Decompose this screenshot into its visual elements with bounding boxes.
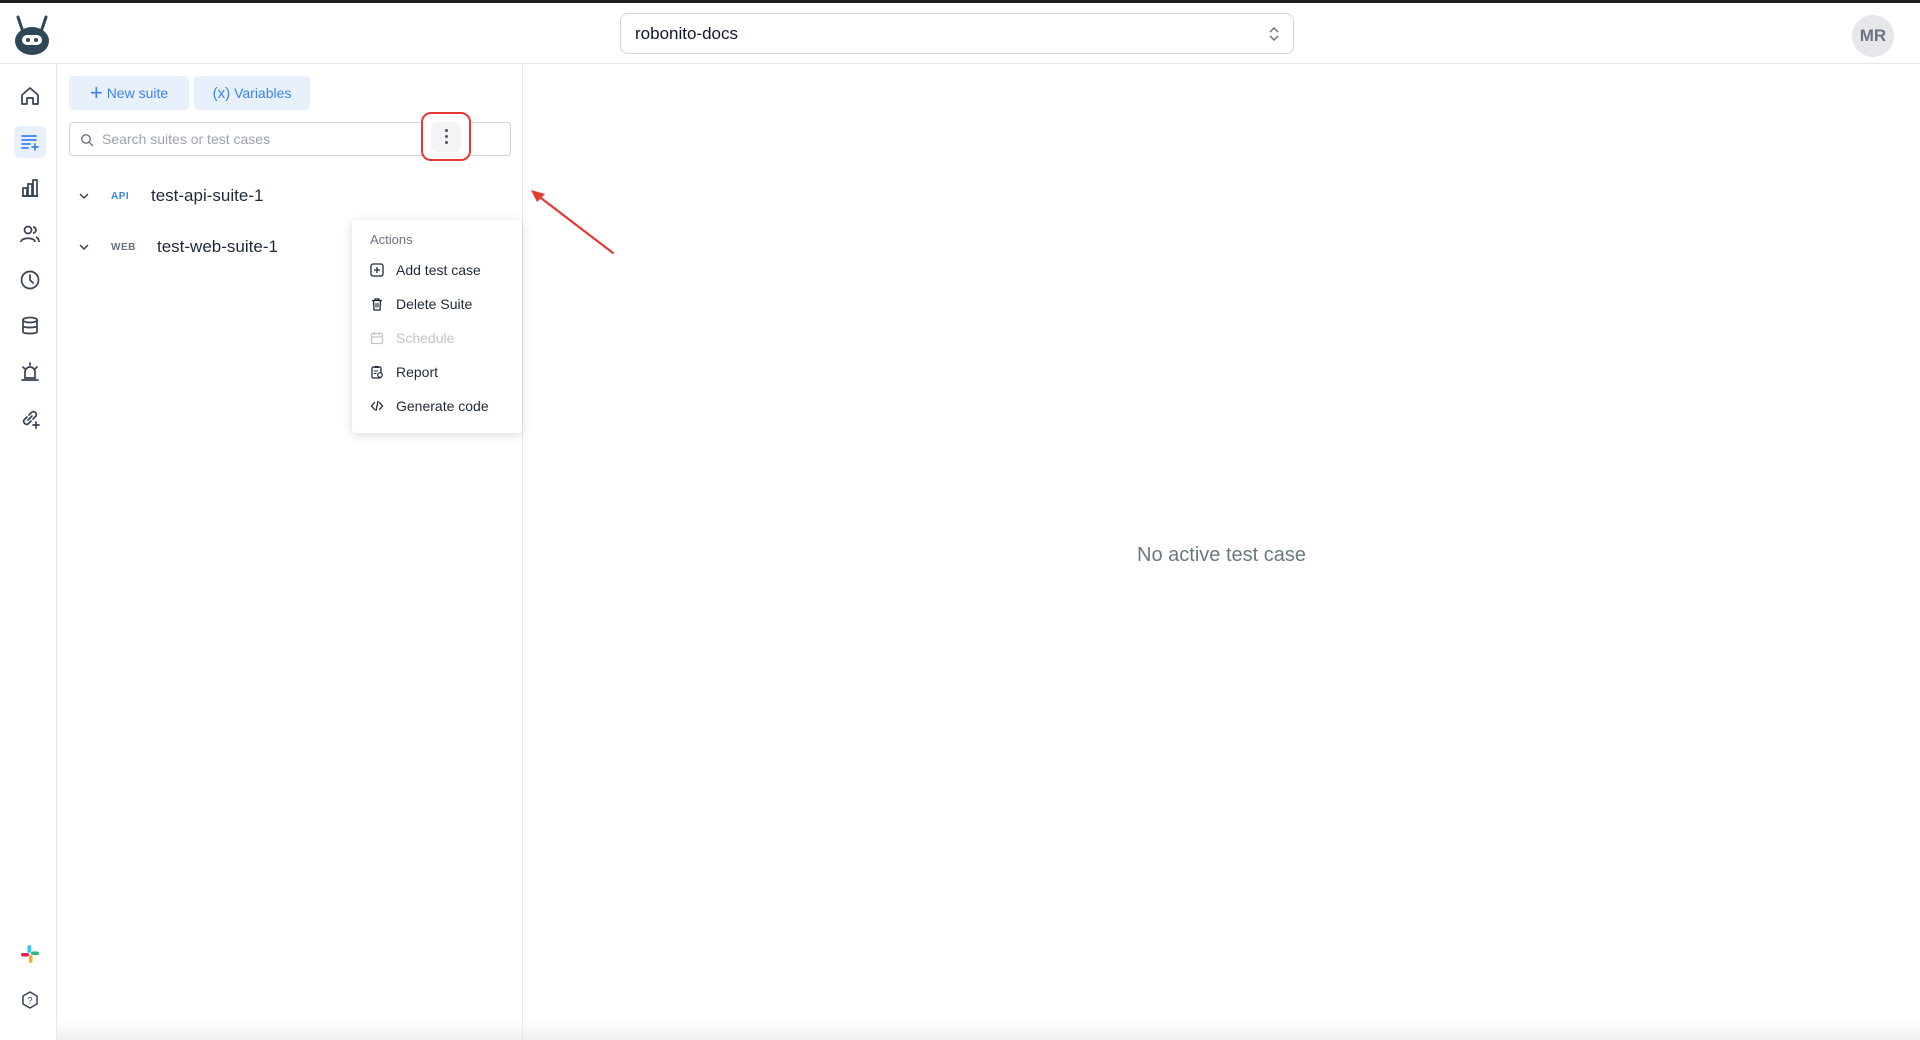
- suite-type-badge: WEB: [111, 241, 136, 253]
- menu-item-label: Add test case: [396, 262, 481, 278]
- menu-item-report[interactable]: Report: [352, 356, 522, 388]
- test-suites-icon[interactable]: [14, 126, 46, 158]
- chevron-down-icon[interactable]: [77, 189, 91, 203]
- report-icon: [371, 366, 383, 379]
- project-selector[interactable]: robonito-docs: [620, 13, 1294, 54]
- menu-item-label: Generate code: [396, 398, 489, 414]
- left-nav-rail: ?: [0, 64, 57, 1040]
- top-header: robonito-docs MR: [0, 3, 1920, 64]
- menu-item-schedule: Schedule: [352, 322, 522, 354]
- empty-state-text: No active test case: [1137, 544, 1306, 566]
- code-icon: [370, 400, 384, 412]
- suite-actions-menu: Actions Add test case Delete Suite Sched…: [352, 220, 522, 433]
- variables-button[interactable]: (x) Variables: [194, 76, 310, 110]
- chevron-updown-icon: [1269, 26, 1279, 42]
- plus-icon: +: [89, 80, 103, 105]
- user-avatar[interactable]: MR: [1852, 15, 1894, 57]
- new-suite-label: New suite: [106, 85, 169, 101]
- database-icon[interactable]: [14, 310, 46, 342]
- suite-type-badge: API: [111, 190, 130, 202]
- menu-title: Actions: [370, 232, 413, 247]
- calendar-icon: [370, 332, 384, 345]
- slack-icon[interactable]: [14, 938, 46, 970]
- variables-label: Variables: [234, 85, 292, 101]
- suite-row-api[interactable]: API test-api-suite-1: [69, 178, 511, 214]
- suite-name: test-web-suite-1: [157, 237, 278, 256]
- search-placeholder: Search suites or test cases: [102, 131, 271, 147]
- team-icon[interactable]: [14, 218, 46, 250]
- variable-icon: (x): [212, 84, 231, 102]
- integrations-icon[interactable]: [14, 402, 46, 434]
- robonito-logo-icon[interactable]: [12, 13, 52, 57]
- menu-item-add-test-case[interactable]: Add test case: [352, 254, 522, 286]
- svg-text:?: ?: [27, 996, 32, 1006]
- more-vertical-icon: [431, 121, 461, 152]
- search-icon: [81, 134, 94, 147]
- menu-item-label: Report: [396, 364, 439, 380]
- menu-item-generate-code[interactable]: Generate code: [352, 390, 522, 422]
- suite-name: test-api-suite-1: [151, 186, 264, 205]
- history-icon[interactable]: [14, 264, 46, 296]
- chevron-down-icon[interactable]: [77, 240, 91, 254]
- help-icon[interactable]: ?: [14, 984, 46, 1016]
- home-icon[interactable]: [14, 80, 46, 112]
- menu-item-delete-suite[interactable]: Delete Suite: [352, 288, 522, 320]
- trash-icon: [372, 298, 382, 311]
- menu-item-label: Delete Suite: [396, 296, 473, 312]
- add-square-icon: [370, 263, 384, 277]
- new-suite-button[interactable]: + New suite: [69, 76, 189, 110]
- suite-actions-kebab-button[interactable]: [421, 112, 471, 161]
- alerts-icon[interactable]: [14, 356, 46, 388]
- bottom-shadow: [57, 1020, 1920, 1040]
- reports-icon[interactable]: [14, 172, 46, 204]
- project-name: robonito-docs: [635, 23, 739, 43]
- suites-panel: + New suite (x) Variables Search suites …: [57, 64, 523, 1040]
- main-content: No active test case: [523, 64, 1920, 1040]
- menu-item-label: Schedule: [396, 330, 455, 346]
